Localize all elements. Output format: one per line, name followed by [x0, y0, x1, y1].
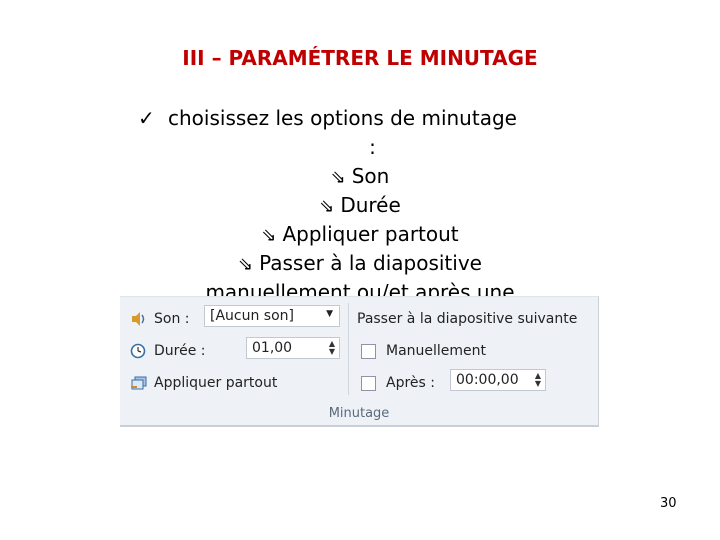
sub-item-son: ⇘ Son: [330, 164, 390, 188]
sound-label: Son :: [154, 311, 190, 327]
after-time-value: 00:00,00: [456, 372, 519, 388]
dropdown-arrow-icon[interactable]: ▼: [326, 309, 333, 319]
sound-icon: [132, 312, 145, 326]
group-label: Minutage: [328, 406, 390, 421]
bullet-item-options: ✓ choisissez les options de minutage: [138, 104, 608, 133]
spinner-icon[interactable]: ▲ ▼: [535, 372, 541, 388]
timing-ribbon-group: Son : [Aucun son] ▼ Durée : 01,00 ▲ ▼ App…: [120, 296, 599, 427]
apply-all-button[interactable]: Appliquer partout: [130, 371, 277, 395]
after-time-input[interactable]: 00:00,00 ▲ ▼: [450, 369, 546, 391]
duration-row: Durée :: [130, 339, 206, 363]
sound-value: [Aucun son]: [210, 308, 294, 324]
spinner-icon[interactable]: ▲ ▼: [329, 340, 335, 356]
manual-checkbox[interactable]: [361, 343, 376, 359]
after-label: Après :: [386, 375, 435, 391]
arrow-icon: ⇘: [330, 167, 346, 188]
apply-all-label: Appliquer partout: [154, 375, 278, 391]
sound-dropdown[interactable]: [Aucun son] ▼: [204, 305, 340, 327]
check-icon: ✓: [138, 106, 155, 130]
manual-label: Manuellement: [386, 343, 487, 359]
duration-input[interactable]: 01,00 ▲ ▼: [246, 337, 340, 359]
bullet-text: choisissez les options de minutage: [168, 106, 517, 130]
duration-label: Durée :: [154, 343, 206, 359]
sub-item-appliquer: ⇘ Appliquer partout: [261, 222, 459, 246]
duration-value: 01,00: [252, 340, 293, 356]
after-checkbox[interactable]: [361, 375, 376, 391]
sub-item-passer: ⇘ Passer à la diapositive: [238, 251, 482, 275]
arrow-icon: ⇘: [261, 225, 277, 246]
bullet-colon: :: [369, 135, 376, 159]
slide-title: III – PARAMÉTRER LE MINUTAGE: [182, 46, 538, 70]
sub-item-duree: ⇘ Durée: [319, 193, 401, 217]
after-checkbox-row[interactable]: Après :: [361, 371, 435, 395]
manual-checkbox-row[interactable]: Manuellement: [361, 339, 486, 363]
page-number: 30: [660, 496, 677, 511]
sound-row: Son :: [130, 307, 190, 331]
clock-icon: [130, 343, 146, 359]
arrow-icon: ⇘: [238, 254, 254, 275]
group-divider: [348, 303, 349, 395]
advance-slide-title: Passer à la diapositive suivante: [357, 311, 578, 327]
arrow-icon: ⇘: [319, 196, 335, 217]
apply-all-icon: [131, 376, 147, 390]
